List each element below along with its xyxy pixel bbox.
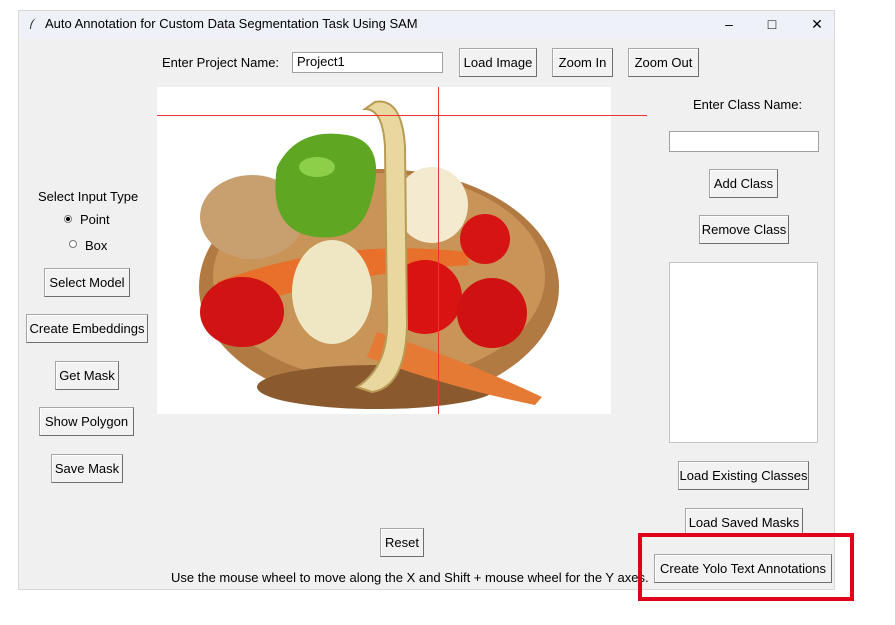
highlight-box xyxy=(638,533,854,601)
remove-class-button[interactable]: Remove Class xyxy=(699,215,789,244)
image-canvas[interactable] xyxy=(157,87,611,414)
onion-shape-2 xyxy=(292,240,372,344)
get-mask-button[interactable]: Get Mask xyxy=(55,361,119,390)
window-title: Auto Annotation for Custom Data Segmenta… xyxy=(45,16,418,31)
show-polygon-button[interactable]: Show Polygon xyxy=(39,407,134,436)
project-name-label: Enter Project Name: xyxy=(162,55,280,70)
point-radio[interactable] xyxy=(64,215,72,223)
reset-button[interactable]: Reset xyxy=(380,528,424,557)
load-image-button[interactable]: Load Image xyxy=(459,48,537,77)
box-radio-label[interactable]: Box xyxy=(85,238,107,253)
crosshair-horizontal xyxy=(157,115,647,116)
load-existing-classes-button[interactable]: Load Existing Classes xyxy=(678,461,809,490)
box-radio[interactable] xyxy=(69,240,77,248)
green-pepper-shape xyxy=(275,133,377,238)
create-embeddings-button[interactable]: Create Embeddings xyxy=(26,314,148,343)
zoom-in-button[interactable]: Zoom In xyxy=(552,48,613,77)
tomato-shape xyxy=(460,214,510,264)
point-radio-label[interactable]: Point xyxy=(80,212,110,227)
title-bar: Auto Annotation for Custom Data Segmenta… xyxy=(19,11,834,38)
tomato-shape-4 xyxy=(200,277,284,347)
maximize-button[interactable]: □ xyxy=(757,14,787,34)
pepper-highlight-shape xyxy=(299,157,335,177)
app-window: Auto Annotation for Custom Data Segmenta… xyxy=(18,10,835,590)
select-model-button[interactable]: Select Model xyxy=(44,268,130,297)
add-class-button[interactable]: Add Class xyxy=(709,169,778,198)
vegetable-basket-image xyxy=(199,100,559,409)
feather-icon xyxy=(30,18,36,29)
class-name-label: Enter Class Name: xyxy=(693,97,803,112)
close-button[interactable]: ✕ xyxy=(802,14,832,34)
input-type-label: Select Input Type xyxy=(38,189,139,204)
minimize-button[interactable]: – xyxy=(714,14,744,34)
class-listbox[interactable] xyxy=(669,262,818,443)
save-mask-button[interactable]: Save Mask xyxy=(51,454,123,483)
project-name-input[interactable]: Project1 xyxy=(292,52,443,73)
tomato-shape-3 xyxy=(457,278,527,348)
zoom-out-button[interactable]: Zoom Out xyxy=(628,48,699,77)
crosshair-vertical xyxy=(438,87,439,414)
hint-text: Use the mouse wheel to move along the X … xyxy=(171,570,649,585)
class-name-input[interactable] xyxy=(669,131,819,152)
